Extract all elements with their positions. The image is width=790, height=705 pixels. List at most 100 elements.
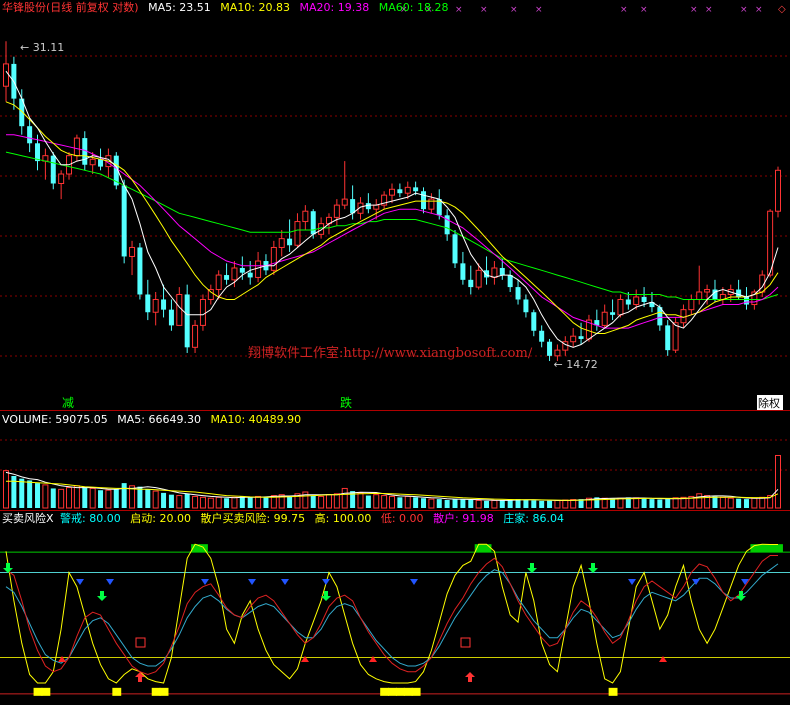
volume-bar[interactable] — [161, 492, 167, 508]
candle-body[interactable] — [468, 279, 474, 288]
candle-body[interactable] — [523, 299, 529, 313]
volume-bar[interactable] — [50, 488, 56, 508]
candle-body[interactable] — [475, 269, 482, 288]
candle-body[interactable] — [161, 299, 167, 310]
volume-bar[interactable] — [743, 499, 749, 508]
volume-bar[interactable] — [168, 494, 174, 508]
volume-bar[interactable] — [318, 495, 325, 509]
candle-body[interactable] — [27, 126, 33, 144]
candle-body[interactable] — [625, 299, 631, 305]
volume-bar[interactable] — [617, 497, 624, 509]
volume-bar[interactable] — [310, 495, 316, 508]
volume-bar[interactable] — [428, 498, 435, 509]
candle-body[interactable] — [570, 335, 577, 343]
volume-bar[interactable] — [247, 497, 253, 508]
volume-bar[interactable] — [42, 484, 49, 509]
candle-body[interactable] — [633, 296, 640, 306]
candle-body[interactable] — [421, 191, 427, 210]
volume-bar[interactable] — [672, 497, 679, 509]
candle-body[interactable] — [129, 246, 136, 257]
candle-body[interactable] — [302, 210, 309, 223]
candle-body[interactable] — [680, 309, 687, 324]
volume-bar[interactable] — [121, 483, 127, 508]
volume-bar[interactable] — [207, 497, 214, 509]
candle-body[interactable] — [389, 188, 395, 196]
candle-body[interactable] — [58, 173, 65, 184]
volume-bar[interactable] — [539, 500, 545, 508]
volume-bar[interactable] — [460, 499, 466, 508]
volume-bar[interactable] — [491, 499, 498, 509]
candle-body[interactable] — [73, 137, 80, 157]
volume-bar[interactable] — [113, 489, 119, 508]
volume-bar[interactable] — [224, 498, 230, 508]
candle-body[interactable] — [547, 341, 553, 356]
volume-bar[interactable] — [333, 493, 340, 509]
candle-body[interactable] — [610, 312, 616, 315]
volume-bar[interactable] — [727, 497, 734, 509]
candle-body[interactable] — [507, 275, 513, 288]
candle-body[interactable] — [484, 270, 490, 278]
volume-bar[interactable] — [231, 496, 238, 509]
candle-body[interactable] — [704, 289, 711, 293]
candle-body[interactable] — [365, 203, 371, 210]
candle-body[interactable] — [231, 267, 238, 281]
volume-bar[interactable] — [452, 499, 458, 508]
volume-bar[interactable] — [215, 496, 222, 509]
volume-bar[interactable] — [468, 500, 474, 508]
volume-bar[interactable] — [19, 478, 25, 508]
candle-body[interactable] — [98, 159, 104, 167]
candle-body[interactable] — [515, 287, 521, 300]
candle-body[interactable] — [743, 296, 749, 305]
volume-bar[interactable] — [712, 496, 718, 508]
candle-body[interactable] — [247, 272, 253, 278]
candle-body[interactable] — [145, 294, 151, 313]
volume-bar[interactable] — [66, 487, 73, 509]
candle-body[interactable] — [176, 293, 183, 326]
candle-body[interactable] — [413, 187, 419, 192]
volume-bar[interactable] — [263, 497, 269, 508]
candle-body[interactable] — [3, 63, 9, 87]
volume-bar[interactable] — [444, 500, 450, 508]
volume-bar[interactable] — [421, 498, 427, 508]
volume-bar[interactable] — [199, 496, 206, 509]
candle-body[interactable] — [192, 324, 199, 348]
volume-bar[interactable] — [58, 488, 65, 509]
candle-body[interactable] — [333, 204, 340, 218]
candle-body[interactable] — [341, 198, 348, 206]
candle-body[interactable] — [499, 267, 505, 276]
volume-bar[interactable] — [413, 497, 419, 508]
volume-bar[interactable] — [389, 495, 395, 509]
candle-body[interactable] — [397, 189, 403, 194]
volume-bar[interactable] — [751, 497, 758, 509]
candle-body[interactable] — [239, 267, 245, 273]
volume-bar[interactable] — [341, 487, 348, 509]
candle-body[interactable] — [617, 298, 624, 316]
volume-bar[interactable] — [27, 480, 33, 508]
volume-bar[interactable] — [137, 486, 143, 508]
volume-bar[interactable] — [3, 470, 9, 509]
candle-body[interactable] — [287, 238, 293, 246]
volume-bar[interactable] — [357, 492, 364, 509]
candle-body[interactable] — [672, 322, 679, 351]
candle-body[interactable] — [539, 330, 545, 342]
volume-bar[interactable] — [239, 496, 245, 508]
volume-bar[interactable] — [523, 500, 529, 508]
volume-bar[interactable] — [184, 493, 190, 508]
volume-bar[interactable] — [436, 499, 442, 508]
volume-bar[interactable] — [736, 498, 742, 508]
candle-body[interactable] — [270, 246, 277, 271]
volume-bar[interactable] — [610, 498, 616, 508]
candle-body[interactable] — [121, 185, 127, 257]
volume-bar[interactable] — [105, 489, 112, 509]
volume-bar[interactable] — [397, 497, 403, 508]
candle-body[interactable] — [89, 158, 96, 166]
volume-bar[interactable] — [73, 485, 80, 509]
volume-bar[interactable] — [641, 498, 647, 508]
candle-body[interactable] — [373, 204, 380, 210]
volume-bar[interactable] — [381, 495, 388, 509]
candle-body[interactable] — [688, 298, 695, 311]
candle-body[interactable] — [531, 312, 537, 331]
volume-bar[interactable] — [665, 499, 671, 508]
volume-bar[interactable] — [89, 487, 96, 509]
volume-bar[interactable] — [657, 499, 663, 508]
